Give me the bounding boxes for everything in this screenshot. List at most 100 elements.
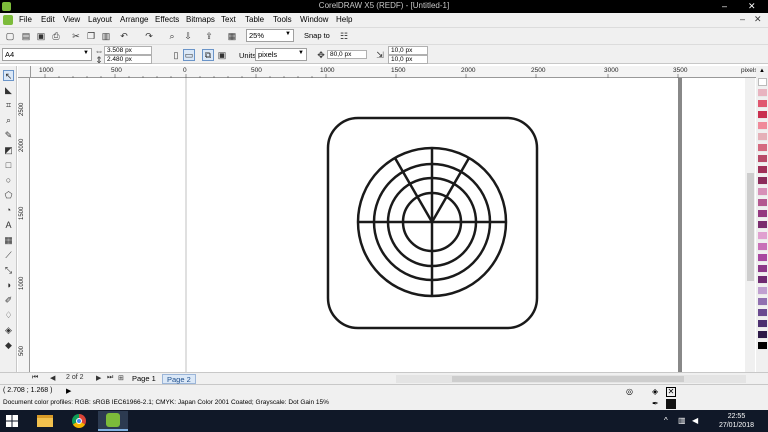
shape-tool-icon[interactable]: ◣ [3,85,14,96]
rectangle-tool-icon[interactable]: □ [3,160,14,171]
menu-help[interactable]: Help [336,15,352,24]
open-icon[interactable]: ▤ [20,30,32,42]
zoom-level-dropdown[interactable]: 25% ▼ [246,29,294,42]
freehand-tool-icon[interactable]: ✎ [3,130,14,141]
cut-icon[interactable]: ✂ [70,30,82,42]
eyedropper-tool-icon[interactable]: ✐ [3,295,14,306]
add-page-icon[interactable]: ⊞ [118,374,124,382]
current-page-icon[interactable]: ▣ [216,49,228,61]
units-dropdown[interactable]: pixels ▼ [255,48,307,61]
page-width-field[interactable]: 3.508 px [104,46,152,55]
volume-icon[interactable]: ◀ [692,416,698,425]
import-icon[interactable]: ⇩ [182,30,194,42]
color-swatch[interactable] [758,276,767,284]
color-swatch[interactable] [758,309,767,317]
color-swatch[interactable] [758,265,767,273]
nudge-distance-field[interactable]: 80,0 px [327,50,367,59]
landscape-icon[interactable]: ▭ [183,49,195,61]
horizontal-scrollbar[interactable] [396,375,746,383]
doc-minimize-button[interactable]: – [740,14,745,24]
windows-start-icon[interactable] [6,415,18,427]
fill-indicator-icon[interactable]: ◈ [652,387,658,396]
menu-edit[interactable]: Edit [41,15,55,24]
menu-arrange[interactable]: Arrange [120,15,148,24]
color-swatch[interactable] [758,122,767,130]
fill-tool-icon[interactable]: ◈ [3,325,14,336]
connector-tool-icon[interactable]: ⤡ [3,265,14,276]
color-swatch[interactable] [758,210,767,218]
all-pages-icon[interactable]: ⧉ [202,49,214,61]
new-icon[interactable]: ▢ [4,30,16,42]
color-swatch[interactable] [758,298,767,306]
close-button[interactable]: ✕ [748,1,756,12]
paste-icon[interactable]: ▥ [100,30,112,42]
color-swatch[interactable] [758,133,767,141]
basic-shapes-tool-icon[interactable]: ◔ [3,205,14,216]
outline-color-swatch[interactable] [666,399,676,409]
duplicate-y-field[interactable]: 10,0 px [388,55,428,64]
page-height-field[interactable]: 2.480 px [104,55,152,64]
pick-tool-icon[interactable]: ↖ [3,70,14,81]
tray-chevron-icon[interactable]: ^ [664,416,668,425]
expand-icon[interactable]: ▶ [66,387,71,395]
page-size-dropdown[interactable]: A4 ▼ [2,48,92,61]
color-swatch[interactable] [758,111,767,119]
coreldraw-taskbar-icon[interactable] [98,411,128,431]
color-swatch[interactable] [758,144,767,152]
search-content-icon[interactable]: ⌕ [166,30,178,42]
text-tool-icon[interactable]: A [3,220,14,231]
color-swatch[interactable] [758,287,767,295]
export-icon[interactable]: ⇪ [203,30,215,42]
vertical-ruler[interactable]: 2500 2000 1500 1000 500 [18,78,30,372]
file-explorer-icon[interactable] [30,411,60,431]
snap-to-dropdown[interactable]: Snap to [304,31,330,40]
undo-icon[interactable]: ↶ [118,30,130,42]
menu-tools[interactable]: Tools [273,15,292,24]
redo-icon[interactable]: ↷ [143,30,155,42]
outline-pen-tool-icon[interactable]: ♢ [3,310,14,321]
menu-file[interactable]: File [19,15,32,24]
prev-page-icon[interactable]: ◀ [50,374,55,382]
chrome-icon[interactable] [64,411,94,431]
color-swatch[interactable] [758,155,767,163]
doc-close-button[interactable]: ✕ [754,14,762,25]
ellipse-tool-icon[interactable]: ○ [3,175,14,186]
ruler-origin[interactable] [18,66,31,78]
outline-indicator-icon[interactable]: ✒ [652,399,659,408]
duplicate-x-field[interactable]: 10,0 px [388,46,428,55]
color-swatch[interactable] [758,320,767,328]
print-icon[interactable]: ⎙ [50,30,62,42]
interactive-fill-tool-icon[interactable]: ◆ [3,340,14,351]
taskbar-clock[interactable]: 22:55 27/01/2018 [719,412,754,430]
crop-tool-icon[interactable]: ⌗ [3,100,14,111]
no-fill-swatch[interactable]: ✕ [666,387,676,397]
first-page-icon[interactable]: ⏮ [32,374,38,382]
horizontal-scroll-thumb[interactable] [452,376,684,382]
drawing-canvas[interactable] [31,78,743,372]
copy-icon[interactable]: ❐ [85,30,97,42]
menu-text[interactable]: Text [221,15,236,24]
color-swatch[interactable] [758,199,767,207]
color-swatch[interactable] [758,78,767,86]
last-page-icon[interactable]: ⏭ [107,374,113,382]
next-page-icon[interactable]: ▶ [96,374,101,382]
zoom-tool-icon[interactable]: ⌕ [3,115,14,126]
page-tab-1[interactable]: Page 1 [128,374,160,384]
polygon-tool-icon[interactable]: ⬠ [3,190,14,201]
horizontal-ruler[interactable]: 1000 500 0 500 1000 1500 2000 2500 3000 … [31,66,758,78]
menu-layout[interactable]: Layout [88,15,112,24]
vertical-scroll-thumb[interactable] [747,173,754,281]
color-swatch[interactable] [758,221,767,229]
color-swatch[interactable] [758,89,767,97]
color-swatch[interactable] [758,342,767,350]
menu-effects[interactable]: Effects [155,15,179,24]
smart-fill-tool-icon[interactable]: ◩ [3,145,14,156]
options-icon[interactable]: ☷ [338,30,350,42]
network-icon[interactable]: ▥ [678,416,686,425]
table-tool-icon[interactable]: ▦ [3,235,14,246]
color-swatch[interactable] [758,100,767,108]
color-swatch[interactable] [758,166,767,174]
application-launcher-icon[interactable]: ▦ [226,30,238,42]
color-swatch[interactable] [758,232,767,240]
save-icon[interactable]: ▣ [35,30,47,42]
